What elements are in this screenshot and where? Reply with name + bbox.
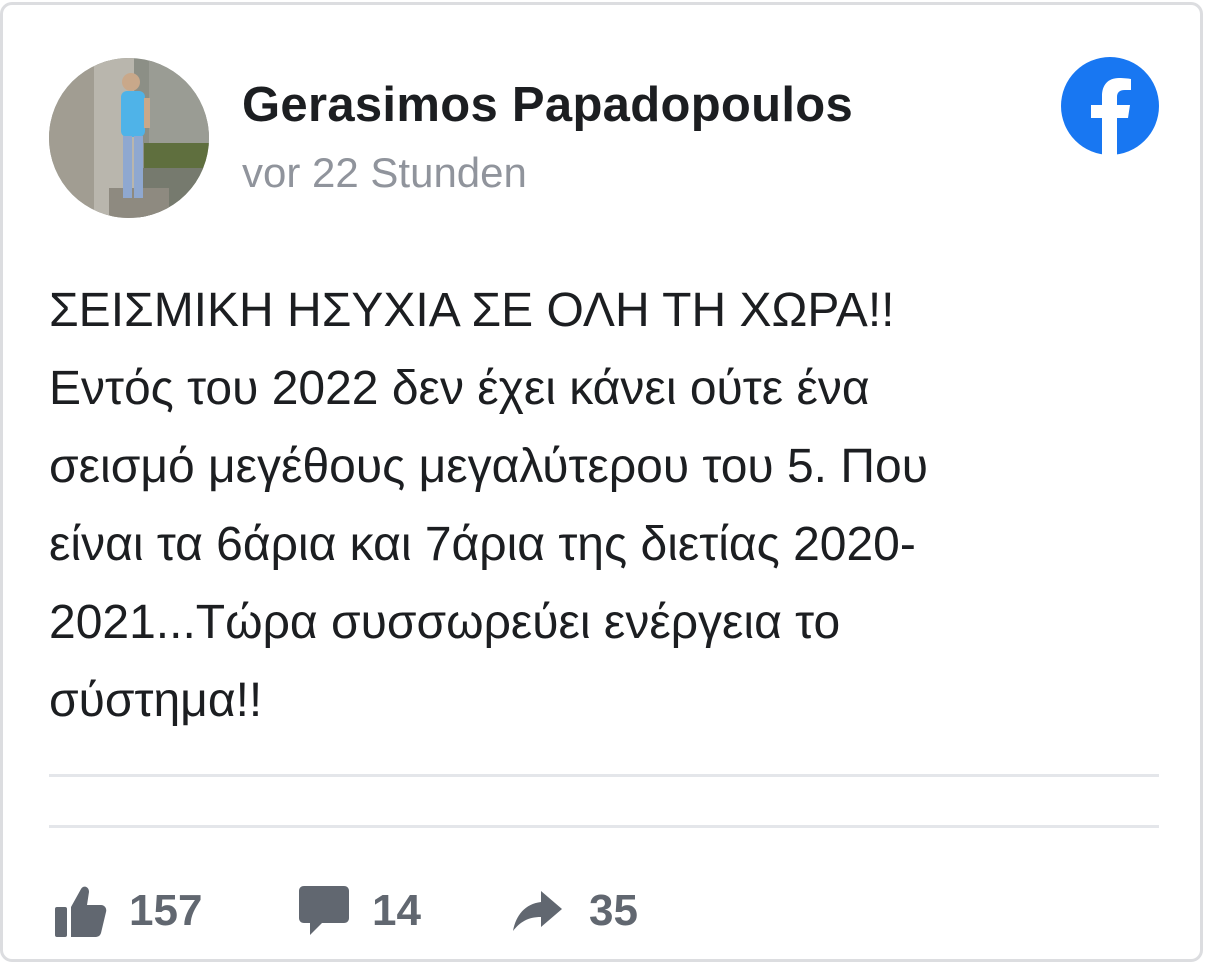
post-text: ΣΕΙΣΜΙΚΗ ΗΣΥΧΙΑ ΣΕ ΟΛΗ ΤΗ ΧΩΡΑ!! Εντός τ… (49, 284, 928, 727)
divider (49, 825, 1159, 828)
avatar-photo (49, 58, 209, 218)
like-count: 157 (129, 886, 203, 935)
divider (49, 774, 1159, 777)
like-button[interactable]: 157 (53, 871, 202, 951)
post-card: Gerasimos Papadopoulos vor 22 Stunden ΣΕ… (0, 2, 1203, 962)
avatar[interactable] (49, 58, 209, 218)
speech-bubble-icon (299, 886, 349, 935)
share-count: 35 (589, 886, 638, 935)
author-name[interactable]: Gerasimos Papadopoulos (242, 77, 853, 133)
post-timestamp[interactable]: vor 22 Stunden (242, 149, 527, 197)
comment-count: 14 (372, 886, 421, 935)
facebook-logo-icon (1061, 57, 1159, 155)
share-button[interactable]: 35 (511, 871, 638, 951)
thumbs-up-icon (55, 886, 107, 937)
share-arrow-icon (513, 891, 562, 931)
action-bar: 157 14 35 (3, 871, 1216, 951)
comment-button[interactable]: 14 (298, 871, 421, 951)
